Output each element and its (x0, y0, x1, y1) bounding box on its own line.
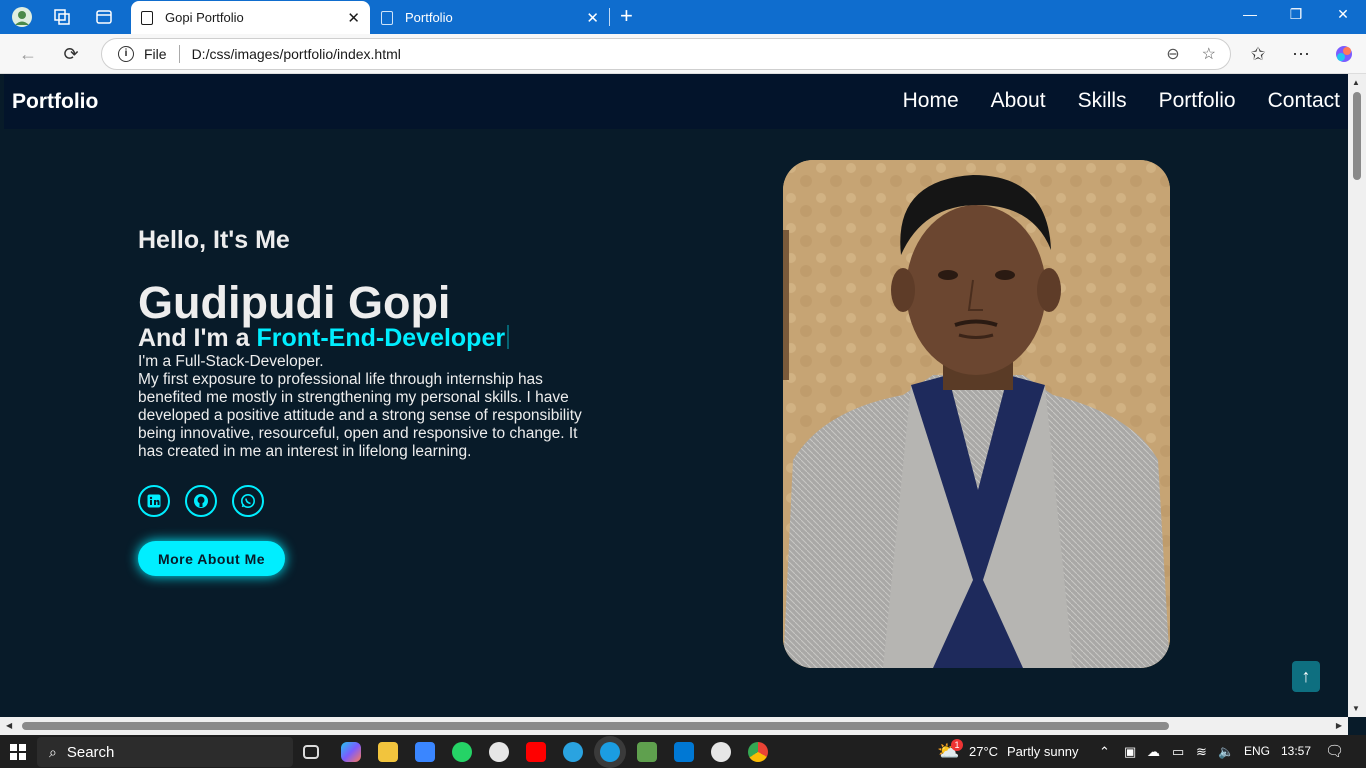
linkedin-icon[interactable] (138, 485, 170, 517)
tab-title: Portfolio (405, 10, 453, 25)
address-divider (178, 45, 180, 63)
tray-chevron-up-icon[interactable]: ⌃ (1099, 744, 1110, 760)
hero-description: I'm a Full-Stack-Developer. My first exp… (138, 353, 606, 461)
site-navbar: Portfolio Home About Skills Portfolio Co… (4, 74, 1348, 129)
hero-greeting: Hello, It's Me (138, 226, 290, 254)
tab-portfolio[interactable]: Portfolio ✕ (371, 1, 609, 34)
tab-gopi-portfolio[interactable]: Gopi Portfolio ✕ (131, 1, 370, 34)
restore-icon[interactable]: ❐ (1284, 6, 1308, 23)
new-tab-icon[interactable]: + (620, 5, 633, 27)
nav-home[interactable]: Home (903, 89, 959, 113)
youtube-app-icon[interactable] (526, 742, 546, 762)
chatgpt-app-icon[interactable] (489, 742, 509, 762)
profile-avatar-icon[interactable] (11, 6, 33, 28)
refresh-icon[interactable]: ⟳ (59, 42, 83, 66)
page-icon (381, 10, 393, 25)
browser-tab-bar: Gopi Portfolio ✕ Portfolio ✕ + — ❐ ✕ (0, 0, 1366, 34)
store-icon[interactable] (415, 742, 435, 762)
tab-actions-icon[interactable] (93, 6, 115, 28)
hero-name: Gudipudi Gopi (138, 277, 451, 328)
horizontal-scroll-thumb[interactable] (22, 722, 1169, 730)
nav-portfolio[interactable]: Portfolio (1159, 89, 1236, 113)
tab-divider (609, 8, 610, 26)
role-prefix: And I'm a (138, 324, 257, 352)
nav-about[interactable]: About (991, 89, 1046, 113)
close-icon[interactable]: ✕ (347, 9, 360, 27)
nav-contact[interactable]: Contact (1268, 89, 1340, 113)
notification-icon[interactable]: 🗨 (1325, 742, 1344, 760)
onedrive-icon[interactable]: ☁ (1147, 744, 1160, 760)
site-logo[interactable]: Portfolio (12, 90, 98, 114)
profile-photo (783, 160, 1170, 668)
address-bar[interactable]: i File D:/css/images/portfolio/index.htm… (101, 38, 1231, 70)
arrow-up-icon: ↑ (1301, 666, 1311, 686)
role-typed-text: Front-End-Developer (256, 324, 506, 352)
favorite-star-icon[interactable]: ☆ (1202, 44, 1216, 64)
search-label: Search (66, 743, 115, 761)
taskbar-search[interactable]: ⌕ Search (37, 737, 293, 767)
close-icon[interactable]: ✕ (586, 9, 599, 27)
back-icon[interactable]: ← (16, 42, 40, 66)
more-menu-icon[interactable]: ⋯ (1289, 42, 1313, 66)
tray-app-icon[interactable]: ▣ (1124, 744, 1136, 760)
volume-icon[interactable]: 🔈 (1218, 744, 1234, 760)
favorites-icon[interactable]: ✩ (1246, 42, 1270, 66)
chatgpt-second-icon[interactable] (711, 742, 731, 762)
scroll-left-icon[interactable]: ◀ (6, 721, 12, 730)
scroll-to-top-button[interactable]: ↑ (1292, 661, 1320, 692)
whatsapp-app-icon[interactable] (452, 742, 472, 762)
whatsapp-icon[interactable] (232, 485, 264, 517)
telegram-app-icon[interactable] (563, 742, 583, 762)
scroll-up-icon[interactable]: ▲ (1352, 78, 1360, 87)
url-text[interactable]: D:/css/images/portfolio/index.html (192, 46, 401, 62)
edge-app-icon[interactable] (600, 742, 620, 762)
browser-toolbar: ← ⟳ i File D:/css/images/portfolio/index… (0, 34, 1366, 74)
hero-tagline: I'm a Full-Stack-Developer. (138, 353, 324, 370)
node-app-icon[interactable] (637, 742, 657, 762)
hero-paragraph: My first exposure to professional life t… (138, 371, 582, 460)
minimize-icon[interactable]: — (1238, 6, 1262, 22)
tab-title: Gopi Portfolio (165, 10, 244, 25)
vertical-scroll-thumb[interactable] (1353, 92, 1361, 180)
windows-start-icon[interactable] (10, 744, 26, 760)
clock[interactable]: 13:57 (1281, 744, 1311, 758)
scroll-down-icon[interactable]: ▼ (1352, 704, 1360, 713)
copilot-icon[interactable] (1332, 42, 1356, 66)
typing-caret (507, 325, 510, 349)
horizontal-scrollbar[interactable]: ◀ ▶ (0, 717, 1348, 735)
github-icon[interactable] (185, 485, 217, 517)
zoom-icon[interactable]: ⊖ (1166, 44, 1179, 64)
page-viewport: Portfolio Home About Skills Portfolio Co… (4, 74, 1348, 717)
battery-icon[interactable]: ▭ (1172, 744, 1184, 760)
search-icon: ⌕ (49, 743, 57, 760)
scroll-right-icon[interactable]: ▶ (1336, 721, 1342, 730)
weather-badge: 1 (951, 739, 963, 751)
windows-taskbar: ⌕ Search ⛅ 1 27°C Partly sunny ⌃ ▣ ☁ ▭ ≋… (0, 735, 1366, 768)
file-explorer-icon[interactable] (378, 742, 398, 762)
wifi-icon[interactable]: ≋ (1196, 744, 1207, 760)
weather-condition[interactable]: Partly sunny (1007, 744, 1079, 759)
nav-skills[interactable]: Skills (1078, 89, 1127, 113)
page-icon (141, 10, 153, 25)
scheme-label: File (144, 46, 167, 62)
window-close-icon[interactable]: ✕ (1331, 6, 1355, 23)
site-nav: Home About Skills Portfolio Contact (903, 89, 1340, 113)
hero-role: And I'm a Front-End-Developer (138, 324, 510, 353)
task-view-icon[interactable] (303, 745, 319, 759)
weather-temp[interactable]: 27°C (969, 744, 998, 759)
more-about-me-button[interactable]: More About Me (138, 541, 285, 576)
info-icon[interactable]: i (118, 46, 134, 62)
social-links (138, 485, 264, 517)
vscode-app-icon[interactable] (674, 742, 694, 762)
copilot-app-icon[interactable] (341, 742, 361, 762)
chrome-app-icon[interactable] (748, 742, 768, 762)
vertical-scrollbar[interactable]: ▲ ▼ (1348, 74, 1366, 717)
language-indicator[interactable]: ENG (1244, 744, 1270, 758)
workspaces-icon[interactable] (51, 6, 73, 28)
